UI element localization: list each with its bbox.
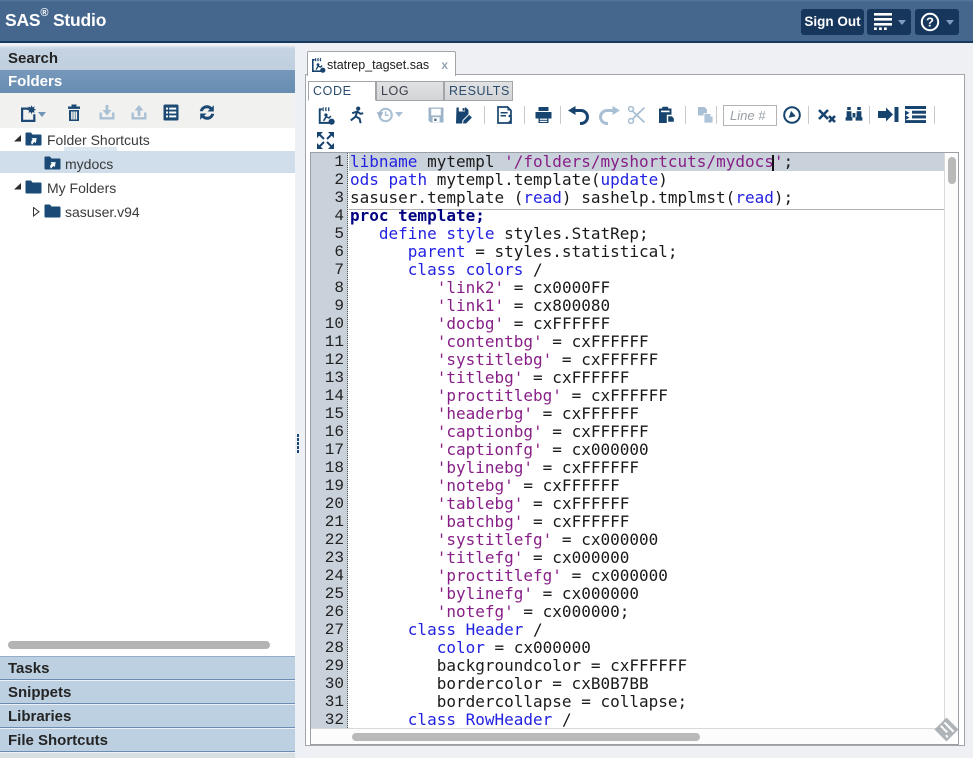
svg-text:?: ? xyxy=(926,15,934,30)
